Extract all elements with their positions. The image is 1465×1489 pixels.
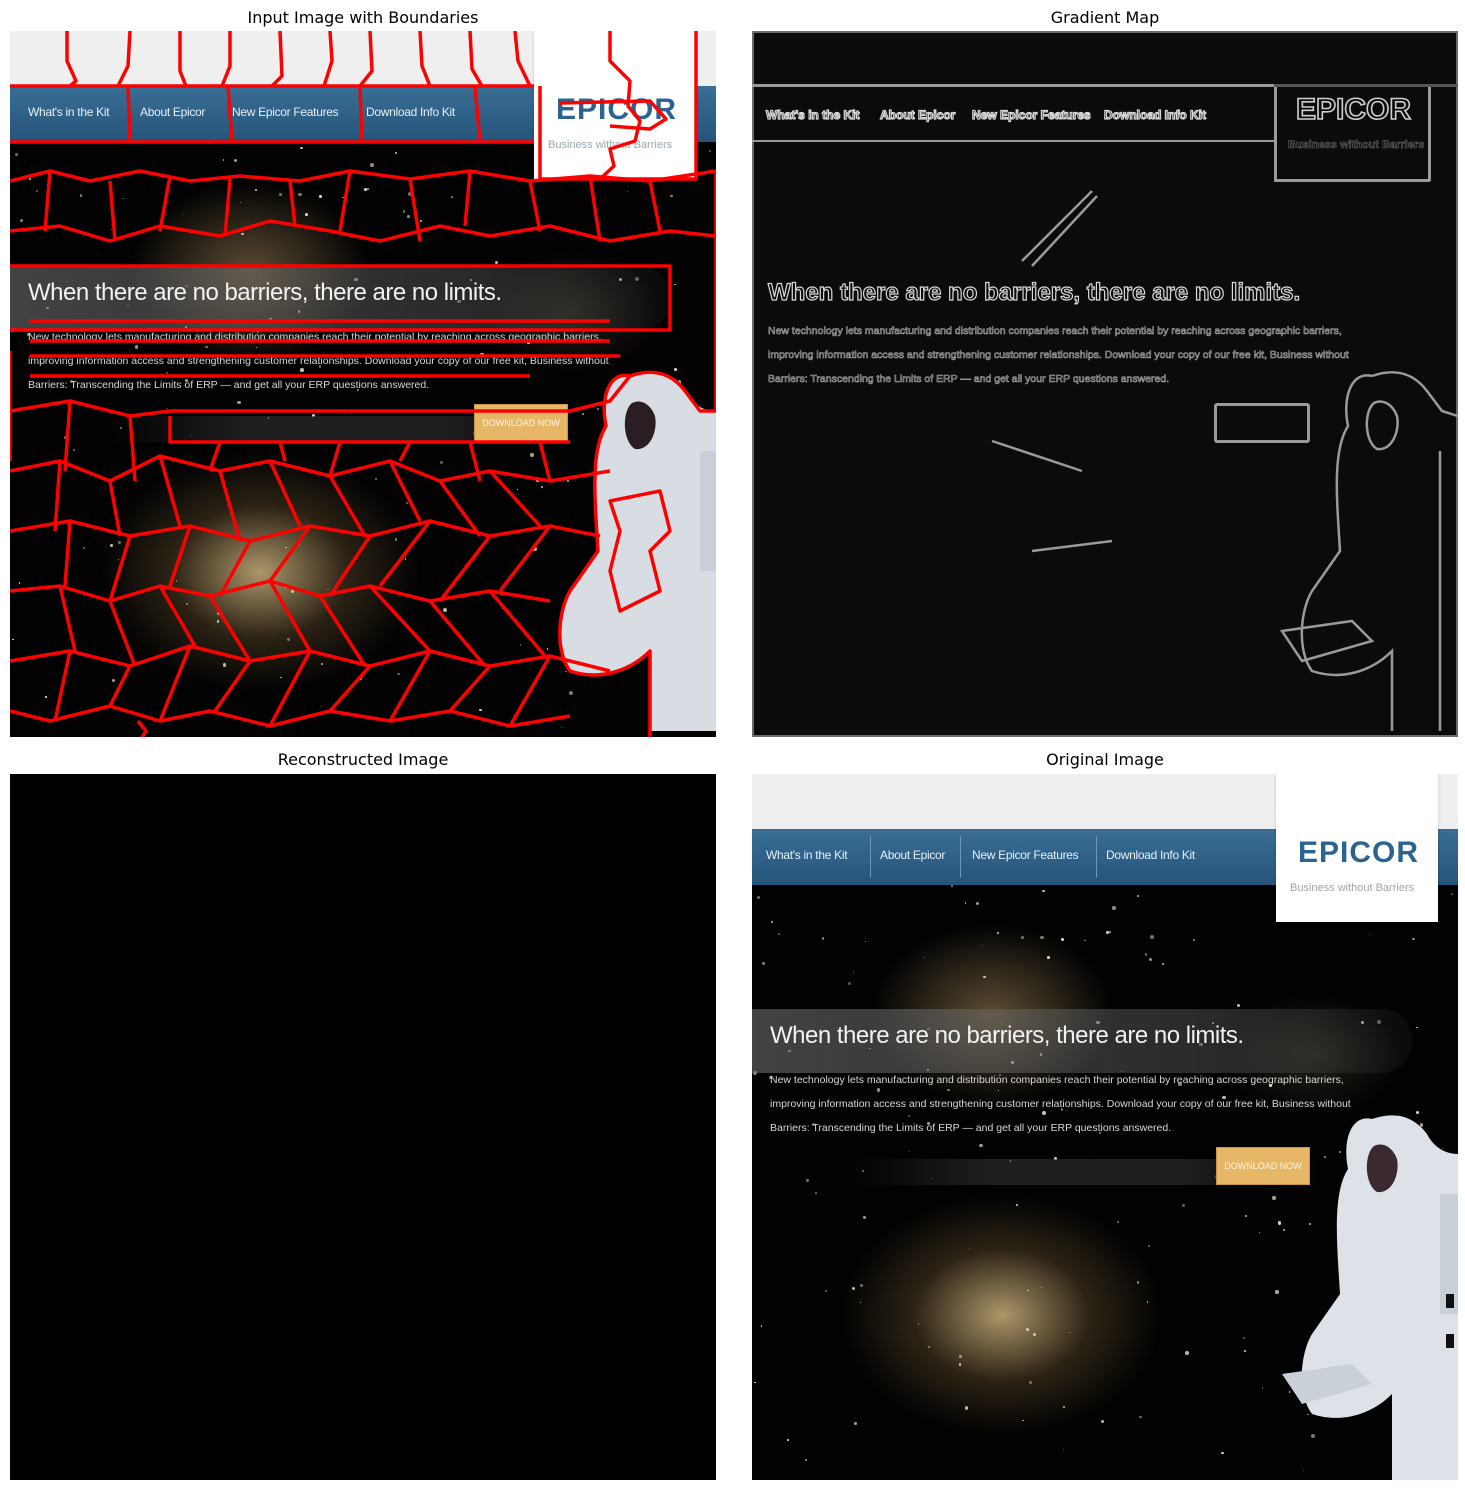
gradient-astronaut-edges <box>991 190 1458 731</box>
superpixel-boundaries <box>10 31 716 737</box>
reconstructed-panel <box>10 774 716 1480</box>
panel-title-reconstructed: Reconstructed Image <box>277 750 449 769</box>
boundaries-panel: What's in the Kit About Epicor New Epico… <box>10 31 716 737</box>
original-astronaut-figure <box>1282 1115 1458 1480</box>
original-panel: What's in the Kit About Epicor New Epico… <box>752 774 1458 1480</box>
original-site: What's in the Kit About Epicor New Epico… <box>752 774 1458 1480</box>
panel-title-original: Original Image <box>1046 750 1164 769</box>
gradient-map-panel: What's in the Kit About Epicor New Epico… <box>752 31 1458 737</box>
panel-title-gradient: Gradient Map <box>1050 8 1160 27</box>
panel-title-boundaries: Input Image with Boundaries <box>247 8 479 27</box>
